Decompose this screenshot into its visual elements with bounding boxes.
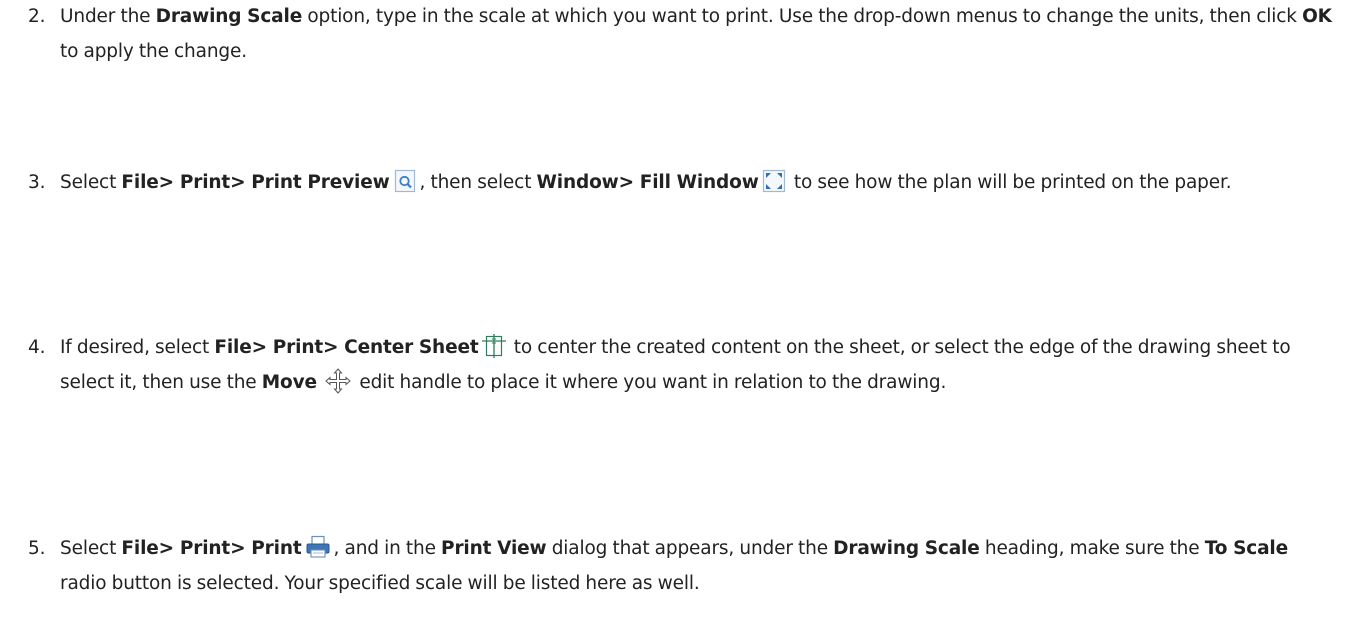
step-number: 4. [28, 337, 46, 358]
step-text: If desired, select File> Print> Center S… [60, 330, 1338, 400]
text-run: to apply the change. [60, 41, 247, 62]
printer-icon [305, 535, 331, 559]
step-2: 2. Under the Drawing Scale option, type … [28, 0, 1338, 69]
step-text: Under the Drawing Scale option, type in … [60, 0, 1338, 69]
ui-term: File> Print> Print [121, 538, 302, 559]
ui-term: OK [1302, 6, 1332, 27]
text-run: , then select [419, 172, 537, 193]
text-run: , and in the [333, 538, 442, 559]
text-run: radio button is selected. Your specified… [60, 573, 700, 594]
text-run: heading, make sure the [979, 538, 1205, 559]
ui-term: Window> Fill Window [536, 172, 759, 193]
text-run: Select [60, 172, 122, 193]
step-5: 5. Select File> Print> Print , and in the… [28, 531, 1338, 601]
ui-term: File> Print> Print Preview [121, 172, 390, 193]
step-number: 5. [28, 538, 46, 559]
step-3: 3. Select File> Print> Print Preview , th… [28, 165, 1338, 200]
center-sheet-icon [481, 334, 506, 358]
ui-term: To Scale [1204, 538, 1288, 559]
step-number: 2. [28, 6, 46, 27]
step-4: 4. If desired, select File> Print> Cente… [28, 330, 1338, 400]
move-handle-icon [325, 368, 351, 394]
step-text: Select File> Print> Print Preview , then … [60, 165, 1338, 200]
text-run: edit handle to place it where you want i… [354, 372, 947, 393]
ui-term: Print View [441, 538, 547, 559]
step-number: 3. [28, 172, 46, 193]
ui-term: File> Print> Center Sheet [214, 337, 479, 358]
step-text: Select File> Print> Print , and in the Pr… [60, 531, 1338, 601]
print-preview-icon [393, 169, 417, 193]
text-run: Under the [60, 6, 156, 27]
text-run: option, type in the scale at which you w… [302, 6, 1303, 27]
text-run: If desired, select [60, 337, 215, 358]
text-run: Select [60, 538, 122, 559]
fill-window-icon [762, 169, 786, 193]
text-run: dialog that appears, under the [546, 538, 834, 559]
ui-term: Move [261, 372, 317, 393]
ui-term: Drawing Scale [833, 538, 980, 559]
text-run: to see how the plan will be printed on t… [788, 172, 1232, 193]
ui-term: Drawing Scale [155, 6, 303, 27]
